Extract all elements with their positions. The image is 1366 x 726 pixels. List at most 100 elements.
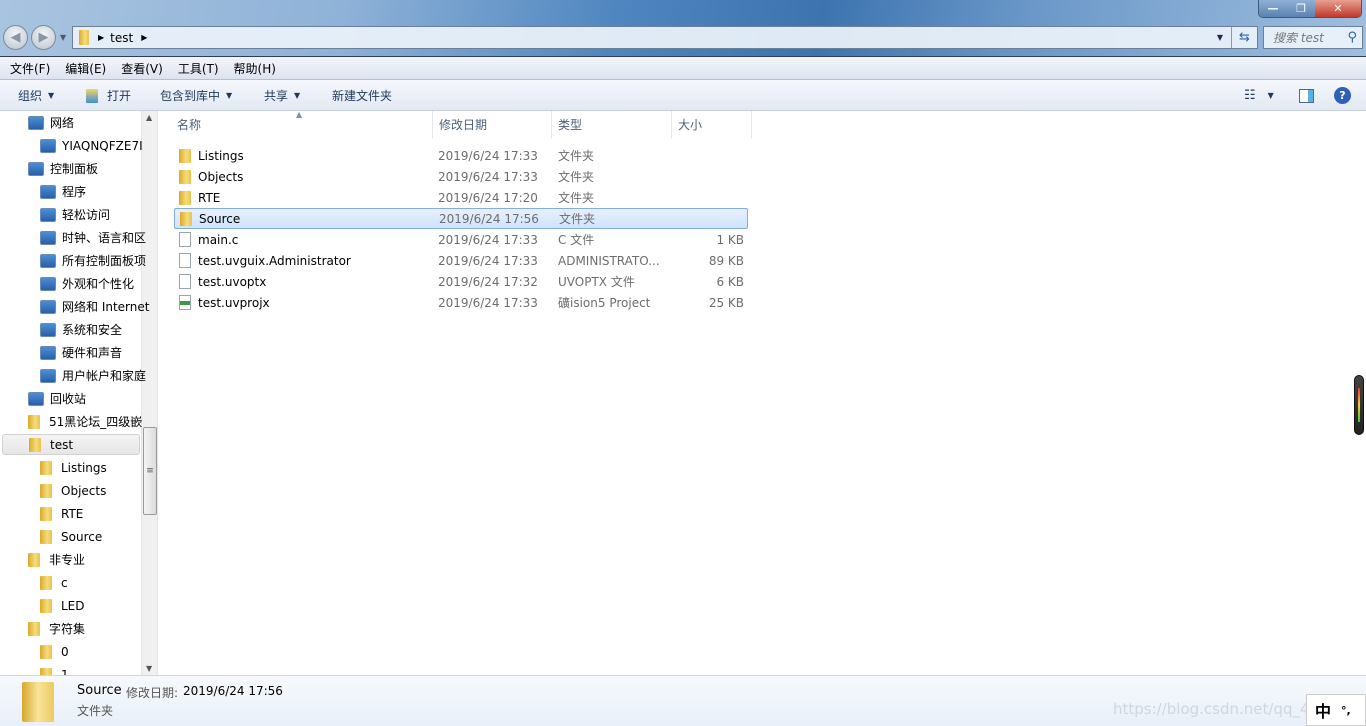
new-folder-button[interactable]: 新建文件夹 bbox=[332, 80, 392, 111]
nav-item[interactable]: 系统和安全 bbox=[40, 319, 122, 340]
nav-item[interactable]: Objects bbox=[40, 480, 106, 501]
refresh-icon[interactable]: ⇆ bbox=[1231, 27, 1257, 48]
nav-item[interactable]: 所有控制面板项 bbox=[40, 250, 146, 271]
file-row[interactable]: Listings 2019/6/24 17:33 文件夹 bbox=[174, 145, 748, 166]
search-placeholder: 搜索 test bbox=[1273, 31, 1324, 45]
text-file-icon bbox=[179, 232, 191, 247]
scroll-up-icon[interactable]: ▲ bbox=[146, 113, 152, 122]
nav-item[interactable]: 非专业 bbox=[28, 549, 85, 570]
network-icon bbox=[28, 115, 44, 130]
users-icon bbox=[40, 368, 56, 383]
menu-help[interactable]: 帮助(H) bbox=[234, 60, 276, 77]
column-header-type[interactable]: 类型 bbox=[552, 111, 672, 138]
file-date: 2019/6/24 17:20 bbox=[438, 190, 538, 205]
preview-pane-button[interactable] bbox=[1299, 80, 1314, 111]
file-icon bbox=[179, 253, 191, 268]
nav-item-label: 非专业 bbox=[49, 553, 86, 567]
minimize-button[interactable]: — bbox=[1259, 0, 1287, 17]
nav-item-label: 轻松访问 bbox=[62, 208, 111, 222]
open-button[interactable]: 打开 bbox=[86, 80, 131, 111]
menu-tools[interactable]: 工具(T) bbox=[178, 60, 219, 77]
nav-item[interactable]: RTE bbox=[40, 503, 83, 524]
file-row[interactable]: Source 2019/6/24 17:56 文件夹 bbox=[174, 208, 748, 229]
column-header-name[interactable]: 名称 bbox=[171, 111, 433, 138]
nav-item[interactable]: Listings bbox=[40, 457, 107, 478]
menu-view[interactable]: 查看(V) bbox=[121, 60, 163, 77]
ime-punctuation: °, bbox=[1341, 703, 1351, 717]
nav-item-label: 回收站 bbox=[50, 392, 87, 406]
desktop-gadget[interactable] bbox=[1354, 375, 1364, 435]
scrollbar-thumb[interactable]: ≡ bbox=[143, 427, 157, 515]
file-row[interactable]: main.c 2019/6/24 17:33 C 文件 1 KB bbox=[174, 229, 748, 250]
nav-item[interactable]: 网络 bbox=[28, 112, 74, 133]
address-bar[interactable]: ▶ test ▶ ▼ ⇆ bbox=[72, 26, 1258, 49]
back-button[interactable]: ◀ bbox=[3, 25, 28, 50]
nav-item[interactable]: LED bbox=[40, 595, 85, 616]
breadcrumb-separator-icon[interactable]: ▶ bbox=[98, 33, 104, 42]
chevron-down-icon: ▼ bbox=[226, 91, 233, 100]
nav-item-label: LED bbox=[61, 598, 85, 613]
nav-item[interactable]: Source bbox=[40, 526, 102, 547]
nav-item[interactable]: c bbox=[40, 572, 68, 593]
recent-pages-dropdown[interactable]: ▼ bbox=[60, 33, 66, 42]
folder-icon bbox=[180, 211, 192, 226]
nav-item[interactable]: 用户帐户和家庭 bbox=[40, 365, 146, 386]
nav-item[interactable]: 回收站 bbox=[28, 388, 86, 409]
nav-item[interactable]: 0 bbox=[40, 641, 69, 662]
close-button[interactable]: ✕ bbox=[1315, 0, 1361, 17]
forward-button[interactable]: ▶ bbox=[31, 25, 56, 50]
maximize-button[interactable]: ❐ bbox=[1287, 0, 1315, 17]
breadcrumb-separator-icon[interactable]: ▶ bbox=[141, 33, 147, 42]
address-dropdown-icon[interactable]: ▼ bbox=[1217, 33, 1223, 42]
file-type: 文件夹 bbox=[558, 149, 595, 163]
nav-item[interactable]: 51黑论坛_四级嵌 bbox=[28, 411, 142, 432]
nav-item[interactable]: 时钟、语言和区 bbox=[40, 227, 146, 248]
share-button[interactable]: 共享 ▼ bbox=[264, 80, 300, 111]
nav-item[interactable]: 外观和个性化 bbox=[40, 273, 134, 294]
column-header-size[interactable]: 大小 bbox=[672, 111, 752, 138]
computer-icon bbox=[40, 138, 56, 153]
folder-icon bbox=[179, 190, 191, 205]
nav-item[interactable]: 1 bbox=[40, 664, 69, 675]
nav-item[interactable]: test bbox=[2, 434, 140, 455]
breadcrumb-test[interactable]: test bbox=[110, 31, 133, 45]
search-icon[interactable]: ⚲ bbox=[1347, 30, 1357, 45]
file-row[interactable]: Objects 2019/6/24 17:33 文件夹 bbox=[174, 166, 748, 187]
column-header-date[interactable]: 修改日期 bbox=[433, 111, 552, 138]
nav-item[interactable]: 程序 bbox=[40, 181, 86, 202]
nav-item[interactable]: 网络和 Internet bbox=[40, 296, 149, 317]
hardware-icon bbox=[40, 345, 56, 360]
folder-icon bbox=[28, 414, 40, 429]
folder-icon bbox=[28, 552, 40, 567]
nav-item-label: 用户帐户和家庭 bbox=[62, 369, 147, 383]
nav-item[interactable]: 控制面板 bbox=[28, 158, 98, 179]
nav-item-label: 字符集 bbox=[49, 622, 86, 636]
nav-item[interactable]: 字符集 bbox=[28, 618, 85, 639]
menu-file[interactable]: 文件(F) bbox=[10, 60, 50, 77]
nav-item[interactable]: 轻松访问 bbox=[40, 204, 110, 225]
file-row[interactable]: test.uvguix.Administrator 2019/6/24 17:33… bbox=[174, 250, 748, 271]
nav-item-label: 时钟、语言和区 bbox=[62, 231, 147, 245]
include-in-library-button[interactable]: 包含到库中 ▼ bbox=[160, 80, 232, 111]
nav-item-label: 外观和个性化 bbox=[62, 277, 135, 291]
file-name: Listings bbox=[198, 148, 244, 163]
file-type: 文件夹 bbox=[558, 191, 595, 205]
ime-indicator[interactable]: 中 °, bbox=[1306, 694, 1366, 726]
file-row[interactable]: test.uvoptx 2019/6/24 17:32 UVOPTX 文件 6 KB bbox=[174, 271, 748, 292]
nav-item[interactable]: YIAQNQFZE7I bbox=[40, 135, 143, 156]
menu-edit[interactable]: 编辑(E) bbox=[65, 60, 106, 77]
nav-scrollbar[interactable]: ▲ ≡ ▼ bbox=[141, 111, 157, 675]
organize-button[interactable]: 组织 ▼ bbox=[18, 80, 54, 111]
file-row[interactable]: test.uvprojx 2019/6/24 17:33 礦ision5 Proje… bbox=[174, 292, 748, 313]
nav-item-label: 程序 bbox=[62, 185, 87, 199]
nav-item[interactable]: 硬件和声音 bbox=[40, 342, 122, 363]
help-button[interactable]: ? bbox=[1334, 80, 1351, 111]
file-row[interactable]: RTE 2019/6/24 17:20 文件夹 bbox=[174, 187, 748, 208]
selected-item-date: 2019/6/24 17:56 bbox=[183, 684, 283, 698]
file-type: UVOPTX 文件 bbox=[558, 275, 635, 289]
chevron-down-icon: ▼ bbox=[48, 91, 55, 100]
scroll-down-icon[interactable]: ▼ bbox=[146, 664, 152, 673]
search-input[interactable]: 搜索 test ⚲ bbox=[1263, 26, 1363, 49]
nav-item-label: 控制面板 bbox=[50, 162, 99, 176]
view-options-button[interactable]: ☷ ▼ bbox=[1244, 80, 1274, 111]
